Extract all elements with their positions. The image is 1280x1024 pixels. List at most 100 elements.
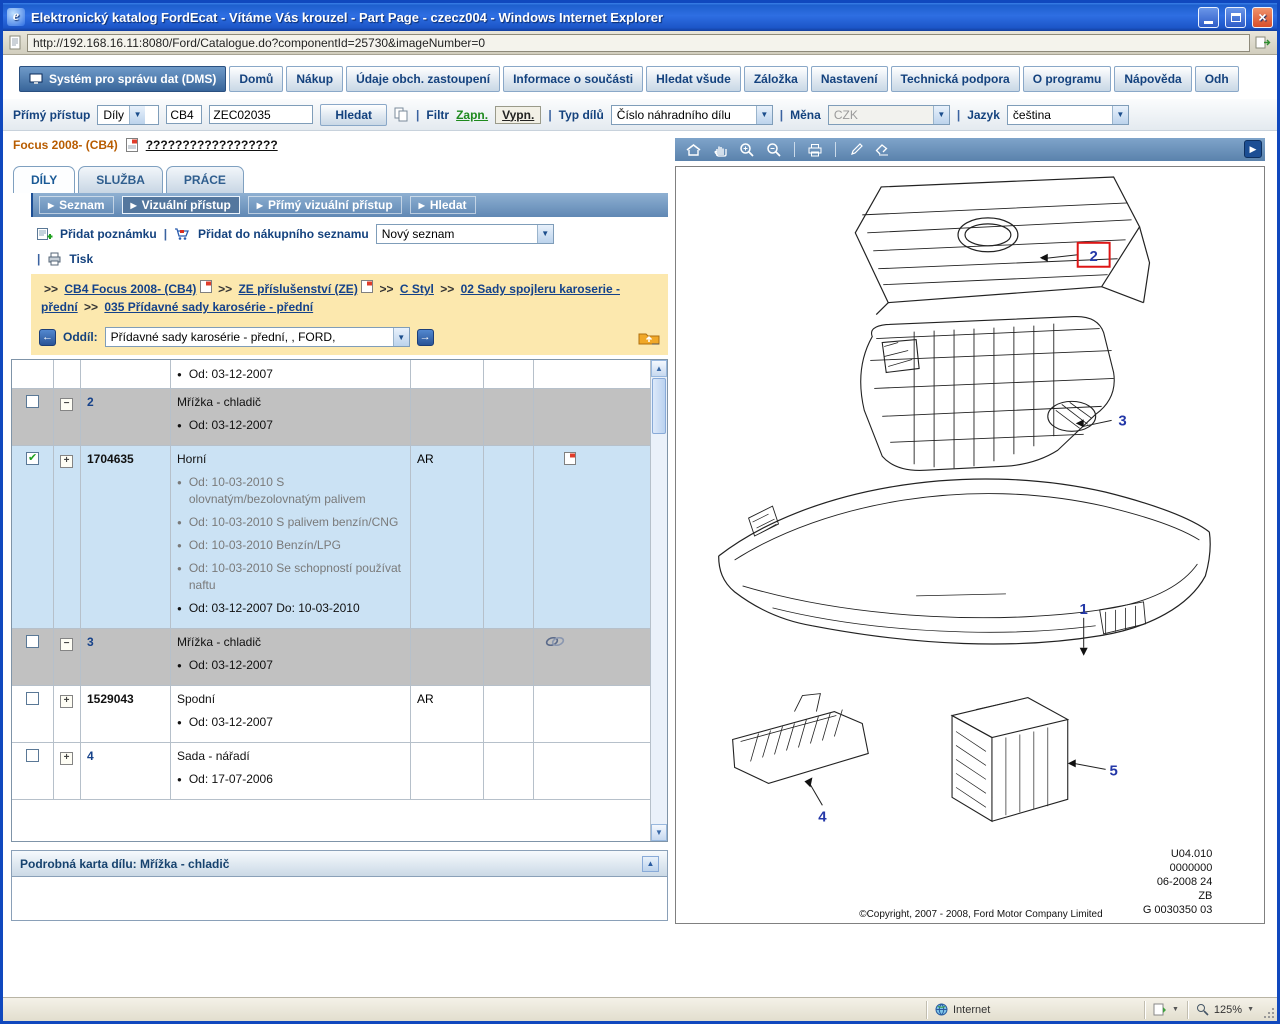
nav-tech-support-button[interactable]: Technická podpora bbox=[891, 66, 1020, 92]
scroll-down-button[interactable]: ▼ bbox=[651, 824, 667, 841]
model-code-input[interactable] bbox=[166, 105, 202, 124]
collapse-toggle-icon[interactable]: − bbox=[60, 398, 73, 411]
table-row-group-2[interactable]: − 2 Mřížka - chladič ●Od: 03-12-2007 bbox=[12, 389, 650, 446]
table-row-part-1704635[interactable]: + 1704635 Horní ●Od: 10-03-2010 S olovna… bbox=[12, 446, 650, 629]
close-button[interactable]: × bbox=[1252, 7, 1273, 28]
technical-drawing[interactable]: 2 3 bbox=[675, 166, 1265, 924]
nav-dealer-info-button[interactable]: Údaje obch. zastoupení bbox=[346, 66, 500, 92]
resize-grip[interactable] bbox=[1262, 998, 1277, 1021]
breadcrumb-link-vehicle[interactable]: CB4 Focus 2008- (CB4) bbox=[64, 282, 196, 296]
scroll-up-button[interactable]: ▲ bbox=[651, 360, 667, 377]
next-section-button[interactable]: → bbox=[417, 329, 434, 346]
previous-section-button[interactable]: ← bbox=[39, 329, 56, 346]
tab-parts[interactable]: DÍLY bbox=[13, 166, 75, 193]
search-button[interactable]: Hledat bbox=[320, 104, 387, 126]
table-row-group-4[interactable]: + 4 Sada - nářadí ●Od: 17-07-2006 bbox=[12, 743, 650, 800]
part-type-select[interactable]: Číslo náhradního dílu ▼ bbox=[611, 105, 773, 125]
add-to-shopping-list-button[interactable]: Přidat do nákupního seznamu bbox=[198, 227, 369, 241]
view-list-button[interactable]: ▶Seznam bbox=[39, 196, 114, 214]
folder-up-icon[interactable] bbox=[638, 330, 660, 345]
row-checkbox[interactable] bbox=[26, 692, 39, 705]
nav-bookmark-button[interactable]: Záložka bbox=[744, 66, 808, 92]
expand-toggle-icon[interactable]: + bbox=[60, 695, 73, 708]
image-zoom-out-button[interactable] bbox=[762, 140, 786, 159]
view-direct-visual-button[interactable]: ▶Přímý vizuální přístup bbox=[248, 196, 402, 214]
cart-icon bbox=[174, 227, 191, 241]
nav-home-button[interactable]: Domů bbox=[229, 66, 283, 92]
image-home-button[interactable] bbox=[681, 140, 705, 159]
document-icon[interactable] bbox=[361, 280, 373, 293]
shopping-list-select[interactable]: Nový seznam ▼ bbox=[376, 224, 554, 244]
address-input[interactable]: http://192.168.16.11:8080/Ford/Catalogue… bbox=[27, 34, 1250, 52]
part-number[interactable]: 1529043 bbox=[81, 686, 171, 742]
document-icon[interactable] bbox=[200, 280, 212, 293]
nav-purchase-button[interactable]: Nákup bbox=[286, 66, 343, 92]
callout-3[interactable]: 3 bbox=[1118, 412, 1126, 429]
breadcrumb-link-style[interactable]: C Styl bbox=[400, 282, 434, 296]
image-print-button[interactable] bbox=[803, 140, 827, 159]
row-checkbox[interactable] bbox=[26, 749, 39, 762]
address-go-button[interactable] bbox=[1255, 35, 1271, 50]
zoom-control[interactable]: 125% ▼ bbox=[1187, 1001, 1262, 1019]
ie-logo-icon: e bbox=[7, 8, 25, 26]
callout-number[interactable]: 3 bbox=[81, 629, 171, 685]
table-scrollbar[interactable]: ▲ ▼ bbox=[650, 360, 667, 841]
nav-dms-button[interactable]: Systém pro správu dat (DMS) bbox=[19, 66, 226, 92]
add-note-button[interactable]: Přidat poznámku bbox=[60, 227, 157, 241]
copy-icon[interactable] bbox=[394, 107, 409, 123]
minimize-button[interactable] bbox=[1198, 7, 1219, 28]
image-erase-button[interactable] bbox=[871, 140, 895, 159]
view-search-button[interactable]: ▶Hledat bbox=[410, 196, 476, 214]
print-button[interactable]: Tisk bbox=[69, 252, 93, 266]
drawing-ref-line: 0000000 bbox=[1170, 862, 1213, 874]
nav-search-all-button[interactable]: Hledat všude bbox=[646, 66, 741, 92]
collapse-toggle-icon[interactable]: − bbox=[60, 638, 73, 651]
maximize-button[interactable] bbox=[1225, 7, 1246, 28]
scrollbar-thumb[interactable] bbox=[652, 378, 666, 434]
part-query-input[interactable] bbox=[209, 105, 313, 124]
callout-number[interactable]: 2 bbox=[81, 389, 171, 445]
section-select[interactable]: Přídavné sady karosérie - přední, , FORD… bbox=[105, 327, 410, 347]
table-row-partial[interactable]: ●Od: 03-12-2007 bbox=[12, 360, 650, 389]
image-pan-button[interactable] bbox=[708, 140, 732, 159]
callout-number[interactable]: 4 bbox=[81, 743, 171, 799]
filter-off-button[interactable]: Vypn. bbox=[495, 106, 541, 124]
row-checkbox[interactable] bbox=[26, 395, 39, 408]
document-icon[interactable] bbox=[564, 452, 576, 465]
detail-collapse-button[interactable]: ▲ bbox=[642, 856, 659, 872]
tab-labor[interactable]: PRÁCE bbox=[166, 166, 244, 193]
expand-toggle-icon[interactable]: + bbox=[60, 752, 73, 765]
row-checkbox[interactable] bbox=[26, 452, 39, 465]
expand-toggle-icon[interactable]: + bbox=[60, 455, 73, 468]
callout-4[interactable]: 4 bbox=[818, 808, 827, 825]
image-annotate-button[interactable] bbox=[844, 140, 868, 159]
image-zoom-in-button[interactable] bbox=[735, 140, 759, 159]
callout-2[interactable]: 2 bbox=[1090, 248, 1098, 265]
tab-service[interactable]: SLUŽBA bbox=[78, 166, 163, 193]
row-checkbox[interactable] bbox=[26, 635, 39, 648]
table-row-group-3[interactable]: − 3 Mřížka - chladič ●Od: 03-12-2007 bbox=[12, 629, 650, 686]
status-view-menu-button[interactable]: ▼ bbox=[1144, 1001, 1187, 1019]
separator: | bbox=[780, 108, 783, 122]
breadcrumb-link-accessories[interactable]: ZE příslušenství (ZE) bbox=[238, 282, 357, 296]
nav-part-info-button[interactable]: Informace o součásti bbox=[503, 66, 643, 92]
category-select[interactable]: Díly ▼ bbox=[97, 105, 159, 125]
table-row-part-1529043[interactable]: + 1529043 Spodní ●Od: 03-12-2007 AR bbox=[12, 686, 650, 743]
language-select[interactable]: čeština ▼ bbox=[1007, 105, 1129, 125]
nav-about-button[interactable]: O programu bbox=[1023, 66, 1112, 92]
vehicle-detail-link[interactable]: ?????????????????? bbox=[146, 138, 278, 152]
image-panel-toggle-button[interactable]: ▶ bbox=[1244, 140, 1262, 158]
document-icon[interactable] bbox=[126, 138, 138, 152]
link-chain-icon[interactable] bbox=[544, 635, 566, 648]
chevron-down-icon: ▼ bbox=[129, 106, 145, 124]
drawing-ref-line: G 0030350 03 bbox=[1143, 904, 1213, 916]
nav-settings-button[interactable]: Nastavení bbox=[811, 66, 888, 92]
filter-on-button[interactable]: Zapn. bbox=[456, 108, 488, 122]
part-number[interactable]: 1704635 bbox=[81, 446, 171, 628]
nav-help-button[interactable]: Nápověda bbox=[1114, 66, 1191, 92]
callout-5[interactable]: 5 bbox=[1109, 762, 1117, 779]
view-visual-button[interactable]: ▶Vizuální přístup bbox=[122, 196, 240, 214]
callout-1[interactable]: 1 bbox=[1080, 601, 1088, 618]
nav-logout-button[interactable]: Odh bbox=[1195, 66, 1239, 92]
breadcrumb-link-body-kits[interactable]: 035 Přídavné sady karosérie - přední bbox=[104, 300, 313, 314]
